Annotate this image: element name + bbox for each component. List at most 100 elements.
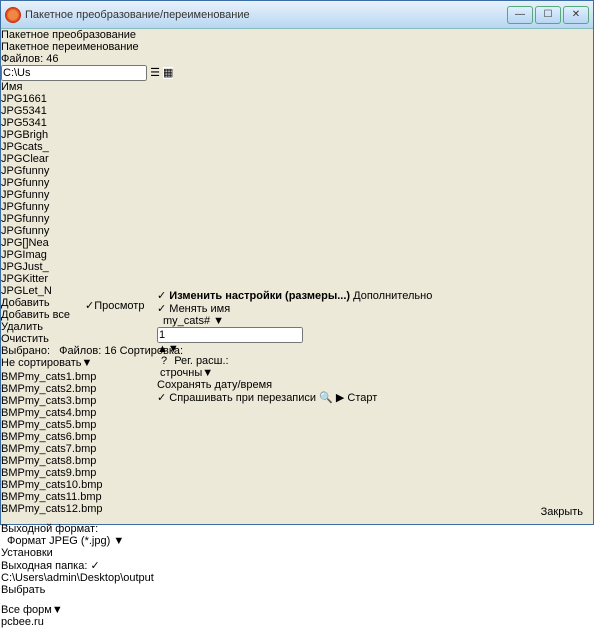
tab-rename[interactable]: Пакетное переименование bbox=[1, 41, 593, 53]
format-settings-button[interactable]: Установки bbox=[1, 547, 53, 559]
tree-item[interactable]: JPGfunny bbox=[1, 213, 52, 225]
list-item[interactable]: BMPmy_cats6.bmp bbox=[1, 431, 593, 443]
tree-item[interactable]: JPGcats_ bbox=[1, 141, 52, 153]
path-input[interactable] bbox=[1, 65, 147, 81]
titlebar: Пакетное преобразование/переименование —… bbox=[1, 1, 593, 29]
start-number-spinner[interactable]: ▲▼ bbox=[157, 327, 587, 355]
tree-item[interactable]: JPGfunny bbox=[1, 177, 52, 189]
bmp-icon: BMP bbox=[1, 491, 25, 503]
jpg-icon: JPG bbox=[1, 93, 22, 105]
bmp-icon: BMP bbox=[1, 395, 25, 407]
file-count-label: Файлов: 46 bbox=[1, 53, 593, 65]
bmp-icon: BMP bbox=[1, 431, 25, 443]
tree-item[interactable]: JPGLet_N bbox=[1, 285, 52, 297]
askover-check[interactable]: ✓ bbox=[157, 392, 166, 404]
bmp-icon: BMP bbox=[1, 407, 25, 419]
source-tree[interactable]: Имя JPG1661 JPG5341 JPG5341 JPGBrigh JPG… bbox=[1, 81, 52, 297]
jpg-icon: JPG bbox=[1, 153, 22, 165]
jpg-icon: JPG bbox=[1, 261, 22, 273]
window: Пакетное преобразование/переименование —… bbox=[0, 0, 594, 525]
maximize-button[interactable]: ☐ bbox=[535, 6, 561, 24]
bmp-icon: BMP bbox=[1, 371, 25, 383]
outformat-combo[interactable]: Формат JPEG (*.jpg) ▼ bbox=[7, 535, 587, 547]
bmp-icon: BMP bbox=[1, 503, 25, 515]
chevron-down-icon: ▼ bbox=[202, 367, 213, 379]
bmp-icon: BMP bbox=[1, 467, 25, 479]
preview-check[interactable]: ✓ bbox=[85, 300, 94, 312]
jpg-icon: JPG bbox=[1, 117, 22, 129]
jpg-icon: JPG bbox=[1, 225, 22, 237]
list-item[interactable]: BMPmy_cats10.bmp bbox=[1, 479, 593, 491]
jpg-icon: JPG bbox=[1, 141, 22, 153]
preview-label: Просмотр bbox=[94, 300, 144, 312]
spin-down-icon[interactable]: ▼ bbox=[168, 343, 179, 355]
bmp-icon: BMP bbox=[1, 443, 25, 455]
chevron-down-icon: ▼ bbox=[213, 315, 224, 327]
askover-label: Спрашивать при перезаписи bbox=[169, 392, 316, 404]
advanced-button[interactable]: Дополнительно bbox=[353, 290, 432, 302]
close-action-button[interactable]: Закрыть bbox=[541, 506, 583, 518]
tab-convert[interactable]: Пакетное преобразование bbox=[1, 29, 593, 41]
list-item[interactable]: BMPmy_cats5.bmp bbox=[1, 419, 593, 431]
tree-item[interactable]: JPGfunny bbox=[1, 165, 52, 177]
list-item[interactable]: BMPmy_cats7.bmp bbox=[1, 443, 593, 455]
pattern-combo[interactable]: my_cats# ▼ bbox=[163, 315, 243, 327]
tree-items: JPG1661 JPG5341 JPG5341 JPGBrigh JPGcats… bbox=[1, 93, 52, 297]
list-item[interactable]: BMPmy_cats11.bmp bbox=[1, 491, 593, 503]
thumb-view-button[interactable]: ▦ bbox=[163, 67, 173, 79]
rename-check[interactable]: ✓ bbox=[157, 303, 166, 315]
watermark: pcbee.ru bbox=[1, 616, 593, 628]
extcase-combo[interactable]: строчны▼ bbox=[160, 367, 218, 379]
jpg-icon: JPG bbox=[1, 189, 22, 201]
tree-item[interactable]: JPG5341 bbox=[1, 117, 52, 129]
minimize-button[interactable]: — bbox=[507, 6, 533, 24]
chevron-down-icon: ▼ bbox=[113, 535, 124, 547]
tree-item[interactable]: JPGKitter bbox=[1, 273, 52, 285]
jpg-icon: JPG bbox=[1, 105, 22, 117]
tree-item[interactable]: JPGfunny bbox=[1, 201, 52, 213]
filter-combo[interactable]: Все форм▼ bbox=[1, 604, 65, 616]
tree-item[interactable]: JPGfunny bbox=[1, 189, 52, 201]
tree-item[interactable]: JPG5341 bbox=[1, 105, 52, 117]
outfolder-check[interactable]: ✓ bbox=[90, 560, 99, 572]
bmp-icon: BMP bbox=[1, 455, 25, 467]
chevron-down-icon: ▼ bbox=[82, 357, 93, 369]
bmp-icon: BMP bbox=[1, 479, 25, 491]
tree-item[interactable]: JPG1661 bbox=[1, 93, 52, 105]
jpg-icon: JPG bbox=[1, 249, 22, 261]
start-button[interactable]: ▶ Старт bbox=[336, 392, 377, 404]
window-title: Пакетное преобразование/переименование bbox=[25, 9, 507, 21]
tree-item[interactable]: JPGClear bbox=[1, 153, 52, 165]
preview-icon-button[interactable]: 🔍 bbox=[319, 392, 333, 404]
help-button[interactable]: ? bbox=[161, 355, 167, 367]
settings-group: ✓ Изменить настройки (размеры...) Дополн… bbox=[157, 289, 587, 404]
outfolder-input[interactable]: C:\Users\admin\Desktop\output bbox=[1, 572, 587, 584]
list-item[interactable]: BMPmy_cats12.bmp bbox=[1, 503, 593, 515]
bmp-icon: BMP bbox=[1, 383, 25, 395]
tree-item[interactable]: JPGfunny bbox=[1, 225, 52, 237]
list-item[interactable]: BMPmy_cats9.bmp bbox=[1, 467, 593, 479]
spin-up-icon[interactable]: ▲ bbox=[157, 343, 168, 355]
outfolder-label: Выходная папка: bbox=[1, 560, 87, 572]
tree-header: Имя bbox=[1, 81, 52, 93]
tree-item[interactable]: JPGImag bbox=[1, 249, 52, 261]
list-item[interactable]: BMPmy_cats8.bmp bbox=[1, 455, 593, 467]
tree-item[interactable]: JPGBrigh bbox=[1, 129, 52, 141]
jpg-icon: JPG bbox=[1, 165, 22, 177]
close-button[interactable]: ✕ bbox=[563, 6, 589, 24]
sort-combo[interactable]: Не сортировать▼ bbox=[1, 357, 111, 369]
app-icon bbox=[5, 7, 21, 23]
change-settings-check[interactable]: ✓ bbox=[157, 290, 166, 302]
main-panel: Файлов: 46 ☰ ▦ Имя JPG1661 JPG5341 JPG53… bbox=[1, 53, 593, 628]
list-view-button[interactable]: ☰ bbox=[150, 67, 160, 79]
tree-item[interactable]: JPGJust_ bbox=[1, 261, 52, 273]
extcase-label: Рег. расш.: bbox=[174, 355, 228, 367]
tree-item[interactable]: JPG[]Nea bbox=[1, 237, 52, 249]
selected-count: Файлов: 16 bbox=[59, 345, 116, 357]
keepdate-label: Сохранять дату/время bbox=[157, 379, 272, 391]
jpg-icon: JPG bbox=[1, 201, 22, 213]
change-settings-label: Изменить настройки (размеры...) bbox=[169, 290, 350, 302]
jpg-icon: JPG bbox=[1, 129, 22, 141]
browse-button[interactable]: Выбрать bbox=[1, 584, 45, 596]
list-item[interactable]: BMPmy_cats4.bmp bbox=[1, 407, 593, 419]
